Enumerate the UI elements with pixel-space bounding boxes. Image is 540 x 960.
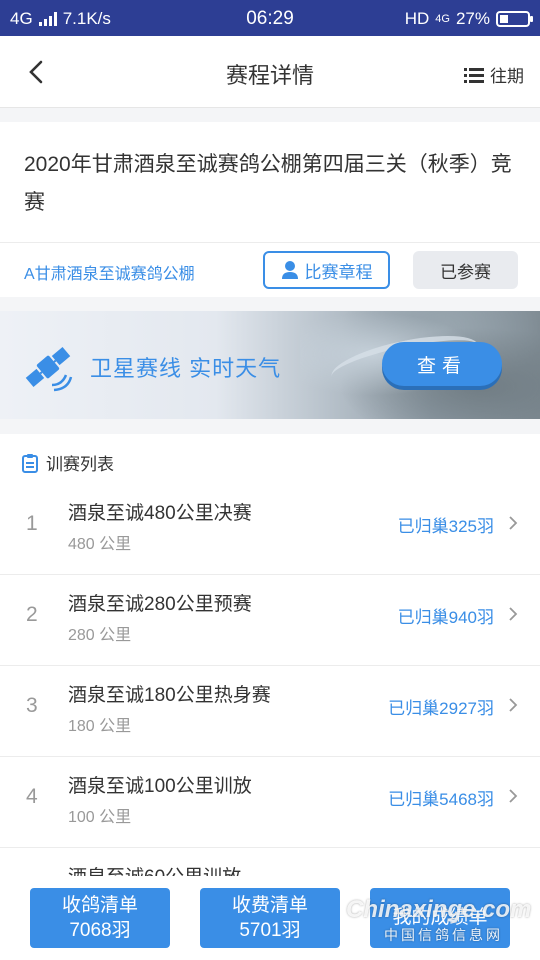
divider	[0, 242, 540, 243]
item-index: 2	[26, 603, 38, 626]
item-distance: 280 公里	[68, 627, 132, 644]
person-icon	[281, 261, 298, 279]
collect-list-label: 收鸽清单	[61, 895, 138, 916]
chevron-right-icon	[509, 607, 518, 621]
chevron-right-icon	[509, 516, 518, 530]
list-icon	[464, 67, 484, 83]
history-label: 往期	[490, 67, 524, 86]
list-header-label: 训赛列表	[46, 455, 114, 474]
item-name: 酒泉至诚180公里热身赛	[68, 685, 271, 706]
nav-bar: 赛程详情 往期	[0, 36, 540, 108]
rules-label: 比赛章程	[304, 262, 373, 282]
item-status: 已归巢5468羽	[388, 790, 494, 809]
banner-text: 卫星赛线 实时天气	[90, 356, 282, 381]
view-button[interactable]: 查看	[382, 342, 502, 386]
item-distance: 480 公里	[68, 536, 132, 553]
list-item[interactable]: 1 酒泉至诚480公里决赛 480 公里 已归巢325羽	[0, 484, 540, 575]
history-button[interactable]: 往期	[464, 62, 524, 87]
item-distance: 100 公里	[68, 809, 132, 826]
satellite-icon	[25, 346, 73, 392]
list-item[interactable]: 4 酒泉至诚100公里训放 100 公里 已归巢5468羽	[0, 757, 540, 848]
race-info-card: 2020年甘肃酒泉至诚赛鸽公棚第四届三关（秋季）竞赛 A甘肃酒泉至诚赛鸽公棚 比…	[0, 122, 540, 297]
fee-list-label: 收费清单	[231, 895, 308, 916]
fee-list-count: 5701羽	[239, 920, 301, 941]
list-item[interactable]: 3 酒泉至诚180公里热身赛 180 公里 已归巢2927羽	[0, 666, 540, 757]
collect-list-count: 7068羽	[69, 920, 131, 941]
watermark-brand: Chinaxinge.com	[346, 896, 532, 923]
battery-icon	[496, 11, 533, 27]
item-index: 4	[26, 785, 38, 808]
collect-list-button[interactable]: 收鸽清单 7068羽	[30, 888, 170, 948]
hd-label: HD	[404, 9, 430, 28]
watermark-cn: 中国信鸽信息网	[384, 927, 503, 943]
status-bar: 4G 7.1K/s 06:29 HD 4G 27%	[0, 0, 540, 36]
page-title: 赛程详情	[225, 63, 314, 88]
list-header: 训赛列表	[22, 450, 114, 475]
item-name: 酒泉至诚280公里预赛	[68, 594, 252, 615]
organizer-link[interactable]: A甘肃酒泉至诚赛鸽公棚	[24, 260, 195, 284]
item-index: 1	[26, 512, 38, 535]
item-name: 酒泉至诚480公里决赛	[68, 503, 252, 524]
item-distance: 180 公里	[68, 718, 132, 735]
net2-label: 4G	[435, 13, 450, 25]
battery-percent: 27%	[455, 9, 490, 28]
list-item[interactable]: 2 酒泉至诚280公里预赛 280 公里 已归巢940羽	[0, 575, 540, 666]
item-status: 已归巢2927羽	[388, 699, 494, 718]
rules-button[interactable]: 比赛章程	[263, 251, 390, 289]
clipboard-icon	[22, 453, 38, 473]
fee-list-button[interactable]: 收费清单 5701羽	[200, 888, 340, 948]
race-title: 2020年甘肃酒泉至诚赛鸽公棚第四届三关（秋季）竞赛	[24, 153, 512, 214]
joined-button[interactable]: 已参赛	[413, 251, 518, 289]
item-index: 3	[26, 694, 38, 717]
item-status: 已归巢940羽	[397, 608, 494, 627]
item-status: 已归巢325羽	[397, 517, 494, 536]
chevron-right-icon	[509, 789, 518, 803]
chevron-right-icon	[509, 698, 518, 712]
item-name: 酒泉至诚100公里训放	[68, 776, 252, 797]
